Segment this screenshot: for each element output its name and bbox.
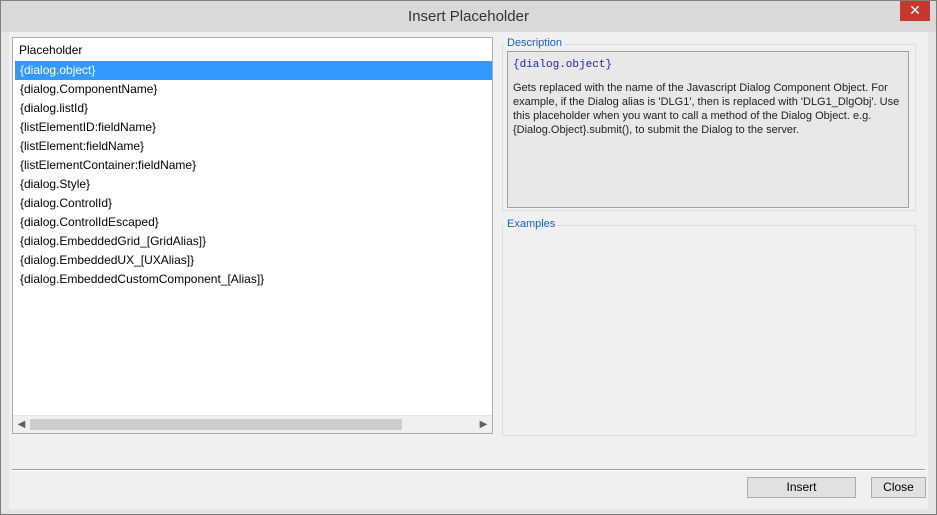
list-item[interactable]: {dialog.EmbeddedGrid_[GridAlias]} [15, 232, 492, 251]
list-item[interactable]: {dialog.listId} [15, 99, 492, 118]
list-item[interactable]: {dialog.object} [15, 61, 492, 80]
examples-group: Examples [502, 218, 916, 436]
list-item[interactable]: {dialog.ComponentName} [15, 80, 492, 99]
list-item[interactable]: {listElement:fieldName} [15, 137, 492, 156]
list-items: {dialog.object} {dialog.ComponentName} {di… [15, 61, 492, 289]
insert-button[interactable]: Insert [747, 477, 856, 498]
list-item[interactable]: {dialog.EmbeddedUX_[UXAlias]} [15, 251, 492, 270]
scroll-thumb[interactable] [30, 419, 402, 430]
window-title: Insert Placeholder [408, 8, 529, 25]
description-group: Description {dialog.object} Gets replace… [502, 37, 916, 211]
list-item[interactable]: {dialog.ControlId} [15, 194, 492, 213]
list-header: Placeholder [19, 43, 83, 57]
description-box: {dialog.object} Gets replaced with the n… [507, 51, 909, 208]
close-button[interactable]: Close [871, 477, 926, 498]
horizontal-scrollbar[interactable]: ◀ ▶ [13, 415, 492, 433]
placeholder-list[interactable]: Placeholder {dialog.object} {dialog.Compo… [12, 37, 493, 434]
divider [12, 469, 925, 471]
insert-placeholder-dialog: Insert Placeholder ✕ Placeholder {dialog… [0, 0, 937, 515]
list-item[interactable]: {listElementID:fieldName} [15, 118, 492, 137]
title-bar: Insert Placeholder ✕ [1, 1, 936, 32]
description-text: Gets replaced with the name of the Javas… [513, 82, 900, 136]
window-close-button[interactable]: ✕ [900, 1, 930, 21]
description-code: {dialog.object} [513, 59, 613, 71]
list-item[interactable]: {dialog.EmbeddedCustomComponent_[Alias]} [15, 270, 492, 289]
list-item[interactable]: {dialog.ControlIdEscaped} [15, 213, 492, 232]
description-label: Description [505, 37, 565, 49]
scroll-left-icon[interactable]: ◀ [13, 416, 30, 433]
scroll-right-icon[interactable]: ▶ [475, 416, 492, 433]
list-item[interactable]: {listElementContainer:fieldName} [15, 156, 492, 175]
dialog-body: Placeholder {dialog.object} {dialog.Compo… [9, 32, 928, 509]
examples-label: Examples [505, 218, 558, 230]
close-icon: ✕ [909, 3, 921, 19]
list-item[interactable]: {dialog.Style} [15, 175, 492, 194]
